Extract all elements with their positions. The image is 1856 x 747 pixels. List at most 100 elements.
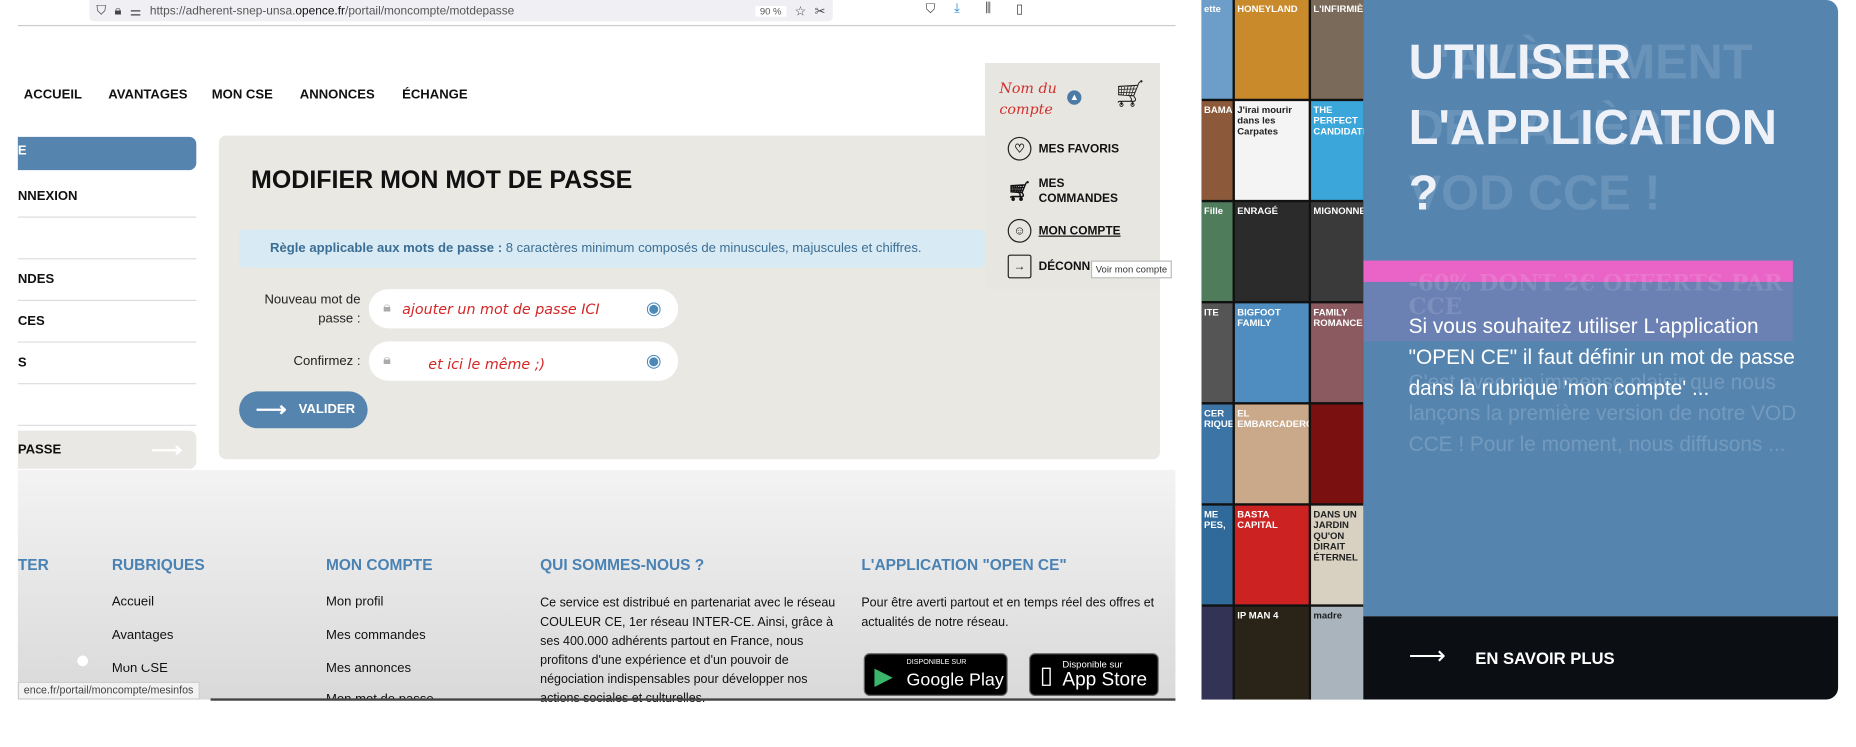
learn-more-button[interactable]: ⟶ EN SAVOIR PLUS: [1363, 616, 1839, 700]
zoom-level[interactable]: 90 %: [755, 5, 787, 17]
sidebar-item-mot-de-passe[interactable]: PASSE ⟶: [17, 430, 197, 469]
new-password-input[interactable]: 🔒︎ ajouter un mot de passe ICI ◉: [368, 289, 679, 329]
sidebar-item[interactable]: [17, 218, 197, 260]
lock-icon: 🔒︎: [383, 298, 391, 316]
footer-link[interactable]: Mes commandes: [326, 628, 426, 642]
movie-poster[interactable]: EL EMBARCADERO: [1234, 404, 1309, 504]
badge-small: DISPONIBLE SUR: [906, 659, 967, 667]
movie-poster[interactable]: Fille: [1201, 202, 1233, 301]
badge-label: Google Play: [906, 669, 1004, 691]
divider: [210, 698, 1176, 701]
footer-link[interactable]: Mes annonces: [326, 661, 411, 675]
dot[interactable]: [55, 655, 67, 667]
footer-link[interactable]: Accueil: [112, 595, 154, 609]
toolbar-divider: [17, 24, 1176, 27]
menu-favoris[interactable]: ♡ MES FAVORIS: [1007, 136, 1119, 161]
dot-active[interactable]: [77, 655, 89, 667]
nav-mon-cse[interactable]: MON CSE: [212, 88, 273, 102]
eye-icon[interactable]: ◉: [646, 350, 662, 371]
sidebar-item[interactable]: NNEXION: [17, 176, 197, 218]
movie-poster[interactable]: DANS UN JARDIN QU'ON DIRAIT ÉTERNEL: [1311, 505, 1364, 605]
footer-about-text: Ce service est distribué en partenariat …: [540, 596, 836, 705]
movie-poster[interactable]: ette: [1201, 0, 1233, 99]
url-bar[interactable]: ⛉ 🔒︎ ⚌ https://adherent-snep-unsa.opence…: [89, 0, 833, 22]
movie-poster[interactable]: BIGFOOT FAMILY: [1234, 303, 1309, 403]
movie-poster[interactable]: ME PES,: [1201, 505, 1233, 605]
movie-poster[interactable]: MIGNONNES: [1311, 202, 1364, 301]
validate-label: VALIDER: [298, 402, 356, 417]
pocket-icon[interactable]: ⛉: [926, 2, 936, 17]
chevron-up-icon[interactable]: ▲: [1067, 90, 1082, 105]
nav-accueil[interactable]: ACCUEIL: [24, 88, 82, 102]
movie-poster[interactable]: ITE: [1201, 303, 1233, 403]
movie-poster[interactable]: BAMAKO: [1201, 101, 1233, 200]
sidebar-item-active[interactable]: E: [17, 136, 197, 171]
menu-mon-compte[interactable]: ☺ MON COMPTE: [1007, 218, 1121, 243]
menu-commandes[interactable]: 🛒︎ MES COMMANDES: [1007, 176, 1122, 207]
rule-text: 8 caractères minimum composés de minuscu…: [502, 241, 922, 256]
bookmark-star-icon[interactable]: ☆: [795, 3, 807, 18]
movie-poster[interactable]: THE PERFECT CANDIDATE: [1311, 101, 1364, 200]
url-host: opence.fr: [295, 4, 346, 18]
app-store-badge[interactable]: ▯ Disponible sur App Store: [1029, 653, 1159, 696]
carousel-dots[interactable]: [55, 655, 153, 667]
learn-more-label: EN SAVOIR PLUS: [1475, 648, 1615, 668]
dot[interactable]: [98, 655, 110, 667]
movie-poster[interactable]: ENRAGÉ: [1234, 202, 1309, 301]
page-title: MODIFIER MON MOT DE PASSE: [251, 166, 633, 194]
lock-icon: 🔒︎: [114, 2, 122, 18]
eye-icon[interactable]: ◉: [646, 297, 662, 319]
movie-poster[interactable]: CER RIQUE: [1201, 404, 1233, 504]
sidebar-item[interactable]: NDES: [17, 259, 197, 301]
promo-panel: L'AVÈNEMENT DE LA 1ÈRE VOD CCE ! UTILISE…: [1363, 0, 1839, 617]
new-password-label: Nouveau mot de passe :: [264, 292, 361, 326]
movie-poster[interactable]: HONEYLAND: [1234, 0, 1309, 99]
movie-poster[interactable]: madre: [1311, 606, 1364, 700]
account-name[interactable]: Nom du compte: [999, 77, 1068, 120]
dot[interactable]: [120, 655, 131, 667]
movie-poster[interactable]: BASTA CAPITAL: [1234, 505, 1309, 605]
confirm-password-input[interactable]: 🔒︎ et ici le même ;) ◉: [368, 341, 679, 381]
dot[interactable]: [141, 655, 153, 667]
nav-echange[interactable]: ÉCHANGE: [402, 88, 467, 102]
status-url: ence.fr/portail/moncompte/mesinfos: [17, 681, 200, 700]
validate-button[interactable]: ⟶ VALIDER: [239, 391, 368, 429]
arrow-right-icon: ⟶: [1408, 640, 1447, 670]
footer-heading-compte: MON COMPTE: [325, 555, 433, 574]
sidebar-icon[interactable]: ▯: [1016, 1, 1023, 16]
menu-deconnexion[interactable]: → DÉCONN: [1007, 254, 1090, 279]
movie-poster[interactable]: IP MAN 4: [1234, 606, 1309, 700]
menu-label: MES COMMANDES: [1038, 177, 1118, 206]
movie-poster[interactable]: [1201, 606, 1233, 700]
promo-title: UTILISER L'APPLICATION ?: [1408, 34, 1778, 221]
footer-heading: TER: [17, 555, 49, 574]
new-password-value: ajouter un mot de passe ICI: [402, 300, 600, 318]
footer-link[interactable]: Mon profil: [326, 595, 383, 609]
library-icon[interactable]: ⫼: [985, 1, 991, 16]
nav-annonces[interactable]: ANNONCES: [300, 88, 375, 102]
permissions-icon[interactable]: ⚌: [130, 3, 142, 18]
url-text: https://adherent-snep-unsa.opence.fr/por…: [150, 4, 514, 17]
cart-icon[interactable]: 🛒︎: [1114, 79, 1147, 110]
sidebar-item[interactable]: S: [17, 343, 197, 385]
download-icon[interactable]: ⤓: [954, 1, 960, 16]
logout-icon: →: [1007, 254, 1032, 279]
sidebar-item[interactable]: [17, 384, 197, 426]
movie-poster[interactable]: L'INFIRMIÈRE: [1311, 0, 1364, 99]
sidebar-item[interactable]: CES: [17, 301, 197, 343]
url-prefix: https://adherent-snep-unsa.: [149, 4, 296, 18]
footer-link[interactable]: Avantages: [112, 628, 174, 642]
nav-avantages[interactable]: AVANTAGES: [108, 88, 187, 102]
footer-heading-rubriques: RUBRIQUES: [111, 555, 205, 574]
movie-poster[interactable]: [1311, 404, 1364, 504]
badge-small: Disponible sur: [1062, 659, 1123, 670]
poster-grid: etteHONEYLANDL'INFIRMIÈRE BAMAKOJ'irai mo…: [1201, 0, 1364, 700]
google-play-badge[interactable]: ▶ DISPONIBLE SUR Google Play: [863, 653, 1008, 696]
movie-poster[interactable]: FAMILY ROMANCE: [1311, 303, 1364, 403]
sidebar-label: PASSE: [17, 442, 62, 457]
screenshot-icon[interactable]: ✂: [815, 3, 826, 18]
movie-poster[interactable]: J'irai mourir dans les Carpates: [1234, 101, 1309, 200]
footer-heading-qui: QUI SOMMES-NOUS ?: [540, 555, 705, 574]
promo-text: Si vous souhaitez utiliser L'application…: [1408, 314, 1795, 400]
footer-app-text: Pour être averti partout et en temps rée…: [861, 596, 1155, 630]
